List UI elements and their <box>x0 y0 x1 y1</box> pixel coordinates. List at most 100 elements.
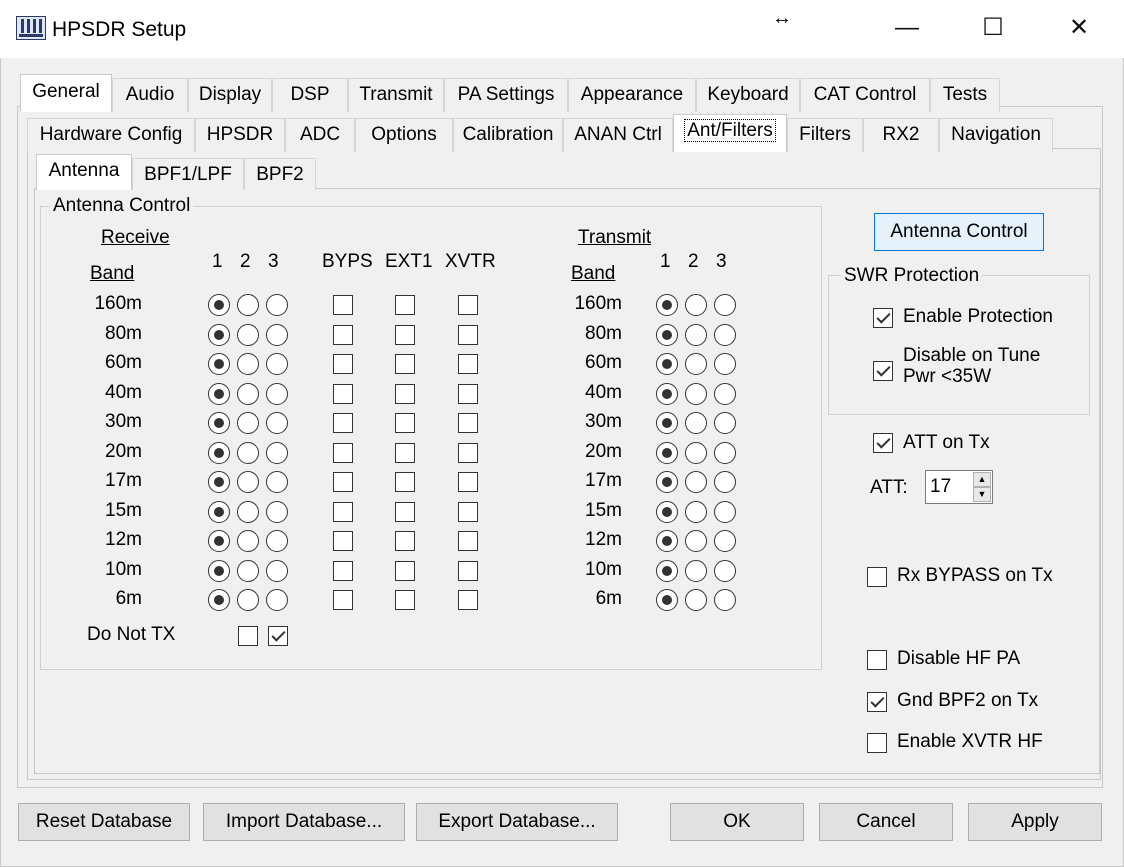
rx-antenna-radio-1[interactable] <box>208 412 230 434</box>
att-on-tx-checkbox[interactable] <box>873 433 893 453</box>
rx-bypass-checkbox[interactable] <box>867 567 887 587</box>
minimize-button[interactable]: — <box>874 0 940 58</box>
rx-antenna-radio-2[interactable] <box>237 294 259 316</box>
tx-antenna-radio-2[interactable] <box>685 530 707 552</box>
rx-ext1-checkbox[interactable] <box>395 561 415 581</box>
tx-antenna-radio-1[interactable] <box>656 560 678 582</box>
tx-antenna-radio-1[interactable] <box>656 324 678 346</box>
tab-transmit[interactable]: Transmit <box>348 78 444 112</box>
tab-rx2[interactable]: RX2 <box>863 118 939 152</box>
tx-antenna-radio-2[interactable] <box>685 471 707 493</box>
rx-antenna-radio-1[interactable] <box>208 530 230 552</box>
rx-antenna-radio-3[interactable] <box>266 412 288 434</box>
tx-antenna-radio-1[interactable] <box>656 412 678 434</box>
tx-antenna-radio-3[interactable] <box>714 589 736 611</box>
rx-ext1-checkbox[interactable] <box>395 384 415 404</box>
rx-byps-checkbox[interactable] <box>333 443 353 463</box>
tx-antenna-radio-3[interactable] <box>714 353 736 375</box>
tx-antenna-radio-2[interactable] <box>685 442 707 464</box>
tab-navigation[interactable]: Navigation <box>939 118 1053 152</box>
tx-antenna-radio-2[interactable] <box>685 353 707 375</box>
tx-antenna-radio-2[interactable] <box>685 324 707 346</box>
rx-antenna-radio-2[interactable] <box>237 383 259 405</box>
rx-antenna-radio-1[interactable] <box>208 383 230 405</box>
tx-antenna-radio-1[interactable] <box>656 471 678 493</box>
tab-cat-control[interactable]: CAT Control <box>800 78 930 112</box>
gnd-bpf2-checkbox[interactable] <box>867 692 887 712</box>
apply-button[interactable]: Apply <box>968 803 1102 841</box>
tx-antenna-radio-3[interactable] <box>714 412 736 434</box>
rx-antenna-radio-2[interactable] <box>237 324 259 346</box>
tab-adc[interactable]: ADC <box>285 118 355 152</box>
tx-antenna-radio-1[interactable] <box>656 383 678 405</box>
tx-antenna-radio-3[interactable] <box>714 560 736 582</box>
spin-up-icon[interactable]: ▲ <box>973 472 991 487</box>
spin-down-icon[interactable]: ▼ <box>973 487 991 502</box>
tx-antenna-radio-3[interactable] <box>714 324 736 346</box>
rx-antenna-radio-2[interactable] <box>237 560 259 582</box>
rx-xvtr-checkbox[interactable] <box>458 561 478 581</box>
rx-ext1-checkbox[interactable] <box>395 413 415 433</box>
rx-antenna-radio-2[interactable] <box>237 442 259 464</box>
maximize-button[interactable]: ☐ <box>960 0 1026 58</box>
rx-antenna-radio-3[interactable] <box>266 471 288 493</box>
rx-antenna-radio-1[interactable] <box>208 353 230 375</box>
rx-xvtr-checkbox[interactable] <box>458 295 478 315</box>
do-not-tx-checkbox-1[interactable] <box>238 626 258 646</box>
rx-xvtr-checkbox[interactable] <box>458 354 478 374</box>
tab-hardware-config[interactable]: Hardware Config <box>27 118 195 152</box>
rx-xvtr-checkbox[interactable] <box>458 590 478 610</box>
enable-protection-checkbox[interactable] <box>873 308 893 328</box>
rx-byps-checkbox[interactable] <box>333 413 353 433</box>
rx-antenna-radio-2[interactable] <box>237 530 259 552</box>
rx-antenna-radio-3[interactable] <box>266 383 288 405</box>
rx-antenna-radio-1[interactable] <box>208 324 230 346</box>
tab-calibration[interactable]: Calibration <box>453 118 563 152</box>
tx-antenna-radio-2[interactable] <box>685 412 707 434</box>
tx-antenna-radio-2[interactable] <box>685 560 707 582</box>
tx-antenna-radio-1[interactable] <box>656 353 678 375</box>
rx-antenna-radio-3[interactable] <box>266 294 288 316</box>
import-database-button[interactable]: Import Database... <box>203 803 405 841</box>
tab-bpf2[interactable]: BPF2 <box>244 158 316 190</box>
enable-xvtr-hf-checkbox[interactable] <box>867 733 887 753</box>
rx-antenna-radio-3[interactable] <box>266 324 288 346</box>
rx-xvtr-checkbox[interactable] <box>458 531 478 551</box>
tab-display[interactable]: Display <box>188 78 272 112</box>
tx-antenna-radio-1[interactable] <box>656 530 678 552</box>
tx-antenna-radio-1[interactable] <box>656 442 678 464</box>
rx-xvtr-checkbox[interactable] <box>458 472 478 492</box>
tx-antenna-radio-3[interactable] <box>714 530 736 552</box>
tx-antenna-radio-2[interactable] <box>685 589 707 611</box>
tab-pa-settings[interactable]: PA Settings <box>444 78 568 112</box>
rx-byps-checkbox[interactable] <box>333 354 353 374</box>
rx-antenna-radio-2[interactable] <box>237 353 259 375</box>
tx-antenna-radio-2[interactable] <box>685 501 707 523</box>
rx-antenna-radio-3[interactable] <box>266 442 288 464</box>
rx-byps-checkbox[interactable] <box>333 561 353 581</box>
rx-antenna-radio-3[interactable] <box>266 530 288 552</box>
tab-tests[interactable]: Tests <box>930 78 1000 112</box>
tab-filters[interactable]: Filters <box>787 118 863 152</box>
tx-antenna-radio-1[interactable] <box>656 501 678 523</box>
tab-ant-filters[interactable]: Ant/Filters <box>673 114 787 152</box>
rx-antenna-radio-3[interactable] <box>266 501 288 523</box>
rx-antenna-radio-3[interactable] <box>266 589 288 611</box>
rx-ext1-checkbox[interactable] <box>395 443 415 463</box>
ok-button[interactable]: OK <box>670 803 804 841</box>
disable-hf-pa-checkbox[interactable] <box>867 650 887 670</box>
rx-antenna-radio-3[interactable] <box>266 560 288 582</box>
rx-byps-checkbox[interactable] <box>333 325 353 345</box>
rx-xvtr-checkbox[interactable] <box>458 384 478 404</box>
tx-antenna-radio-1[interactable] <box>656 589 678 611</box>
rx-ext1-checkbox[interactable] <box>395 295 415 315</box>
att-spinner[interactable]: 17 ▲ ▼ <box>925 470 993 504</box>
rx-xvtr-checkbox[interactable] <box>458 443 478 463</box>
tab-anan-ctrl[interactable]: ANAN Ctrl <box>563 118 673 152</box>
rx-xvtr-checkbox[interactable] <box>458 413 478 433</box>
rx-antenna-radio-2[interactable] <box>237 501 259 523</box>
reset-database-button[interactable]: Reset Database <box>18 803 190 841</box>
tab-general[interactable]: General <box>20 74 112 112</box>
antenna-control-button[interactable]: Antenna Control <box>874 213 1044 251</box>
rx-ext1-checkbox[interactable] <box>395 502 415 522</box>
